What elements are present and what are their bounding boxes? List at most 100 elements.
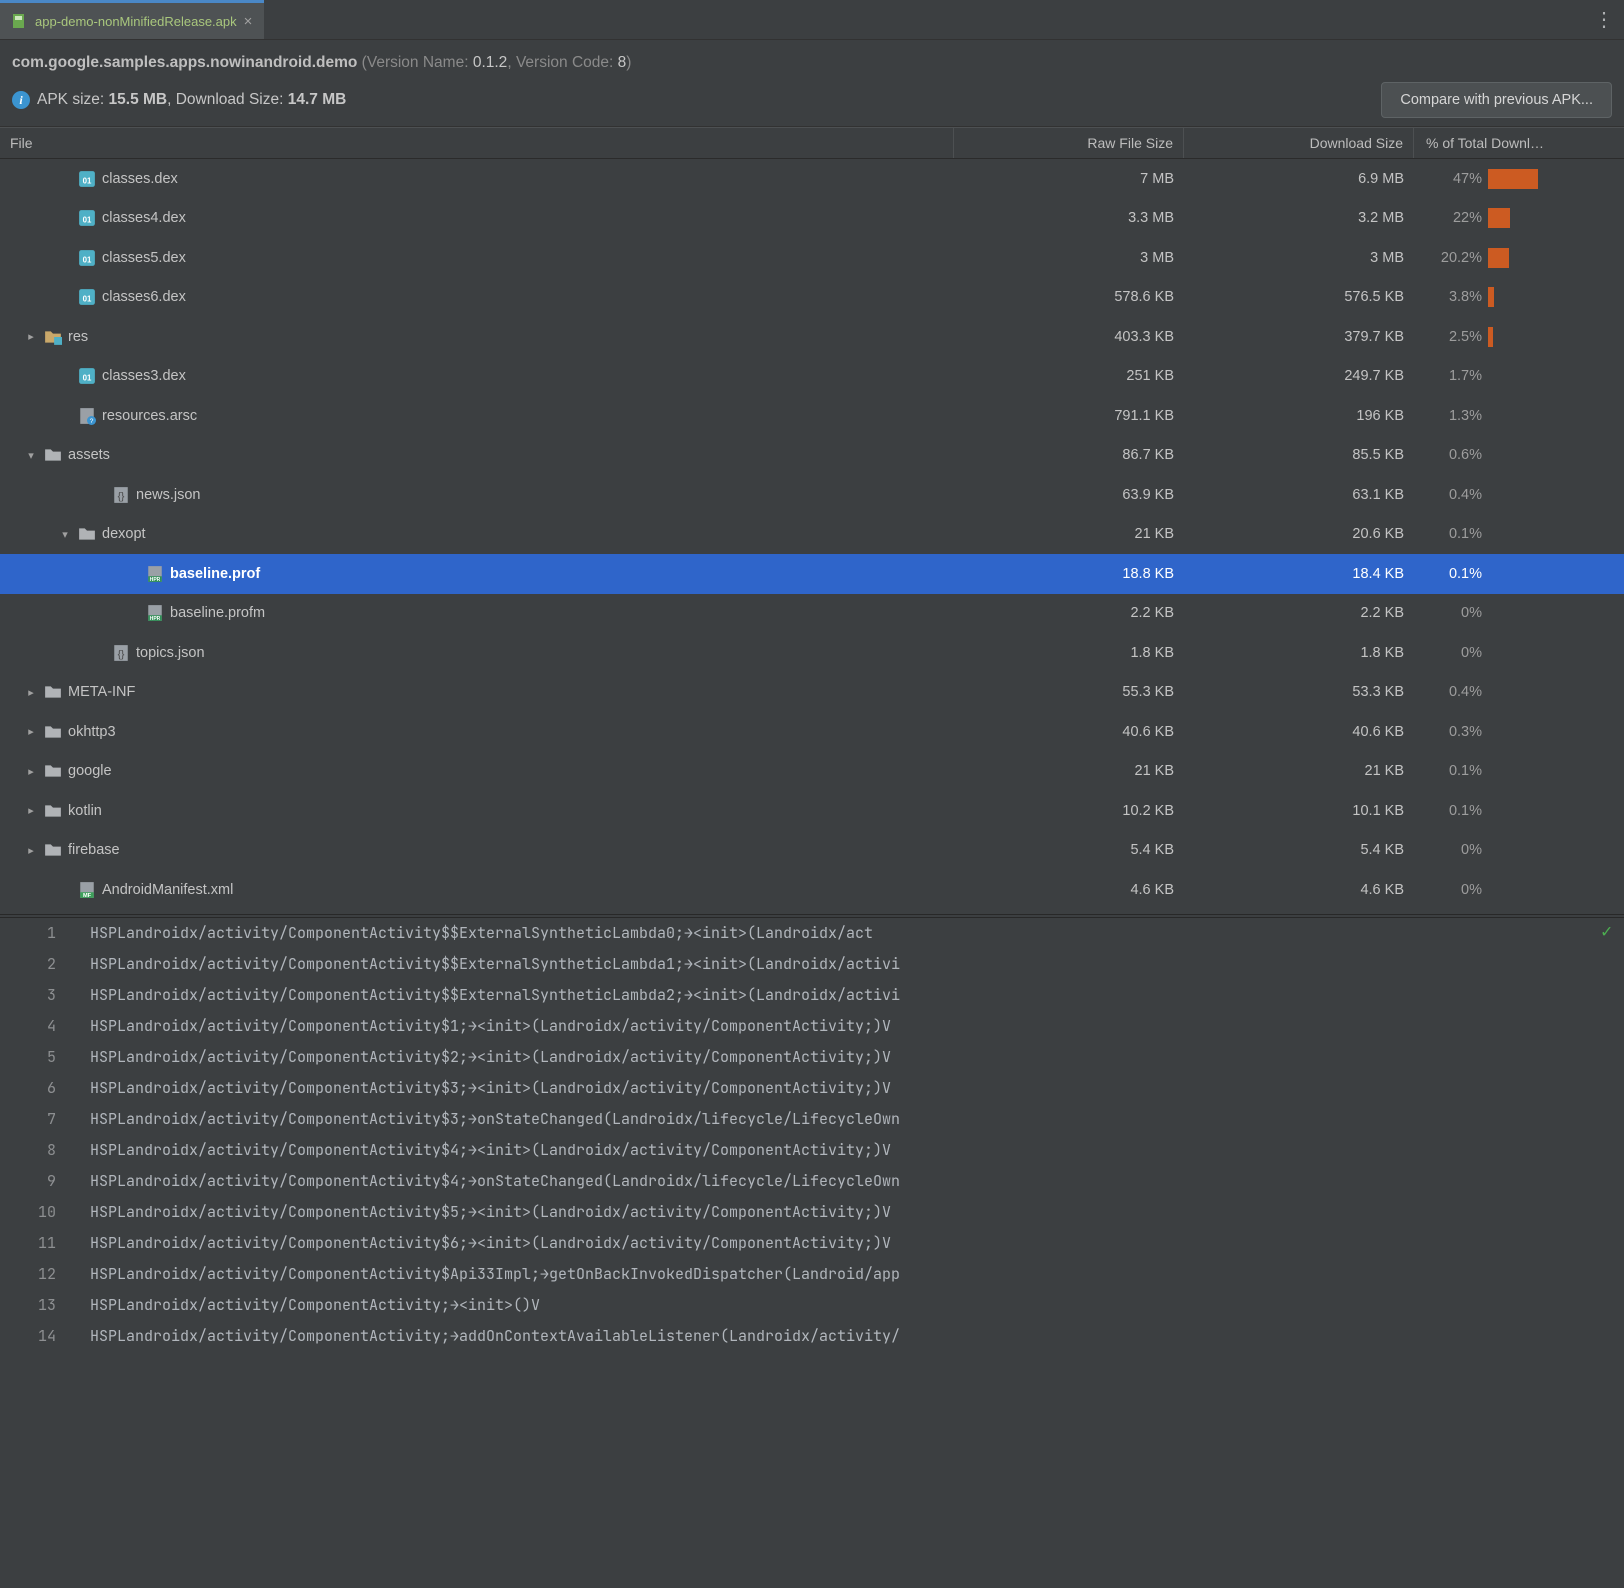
arsc-icon: ? xyxy=(78,407,96,425)
table-row[interactable]: {}news.json63.9 KB63.1 KB0.4% xyxy=(0,475,1624,515)
chevron-down-icon[interactable]: ▾ xyxy=(24,449,38,462)
file-name: assets xyxy=(68,447,110,463)
folder-icon xyxy=(44,723,62,741)
code-content[interactable]: HSPLandroidx/activity/ComponentActivity$… xyxy=(90,918,1624,1478)
file-name: baseline.profm xyxy=(170,605,265,621)
col-download-size[interactable]: Download Size xyxy=(1184,128,1414,158)
table-header: File Raw File Size Download Size % of To… xyxy=(0,127,1624,159)
table-row[interactable]: HPRbaseline.profm2.2 KB2.2 KB0% xyxy=(0,594,1624,634)
chevron-right-icon[interactable]: ▸ xyxy=(24,330,38,343)
chevron-right-icon[interactable]: ▸ xyxy=(24,686,38,699)
table-row[interactable]: ▾dexopt21 KB20.6 KB0.1% xyxy=(0,515,1624,555)
code-line: HSPLandroidx/activity/ComponentActivity$… xyxy=(90,980,1624,1011)
json-icon: {} xyxy=(112,486,130,504)
code-line: HSPLandroidx/activity/ComponentActivity$… xyxy=(90,1259,1624,1290)
chevron-right-icon[interactable]: ▸ xyxy=(24,844,38,857)
raw-size: 63.9 KB xyxy=(954,487,1184,503)
pct-value: 20.2% xyxy=(1426,250,1482,266)
table-row[interactable]: 01classes6.dex578.6 KB576.5 KB3.8% xyxy=(0,278,1624,318)
download-size: 379.7 KB xyxy=(1184,329,1414,345)
download-size: 20.6 KB xyxy=(1184,526,1414,542)
table-row[interactable]: MFAndroidManifest.xml4.6 KB4.6 KB0% xyxy=(0,870,1624,910)
close-icon[interactable]: × xyxy=(244,13,253,30)
table-row[interactable]: ▸firebase5.4 KB5.4 KB0% xyxy=(0,831,1624,871)
tab-title: app-demo-nonMinifiedRelease.apk xyxy=(35,14,237,29)
file-name: AndroidManifest.xml xyxy=(102,882,233,898)
raw-size: 251 KB xyxy=(954,368,1184,384)
resdir-icon xyxy=(44,328,62,346)
svg-text:{}: {} xyxy=(118,491,125,502)
file-viewer[interactable]: 1234567891011121314 HSPLandroidx/activit… xyxy=(0,918,1624,1478)
table-row[interactable]: ▸res403.3 KB379.7 KB2.5% xyxy=(0,317,1624,357)
table-row[interactable]: ▸META-INF55.3 KB53.3 KB0.4% xyxy=(0,673,1624,713)
table-row[interactable]: HPRbaseline.prof18.8 KB18.4 KB0.1% xyxy=(0,554,1624,594)
chevron-right-icon[interactable]: ▸ xyxy=(24,804,38,817)
pct-value: 0.3% xyxy=(1426,724,1482,740)
folder-icon xyxy=(44,446,62,464)
table-row[interactable]: 01classes5.dex3 MB3 MB20.2% xyxy=(0,238,1624,278)
compare-apk-button[interactable]: Compare with previous APK... xyxy=(1381,82,1612,118)
file-tree[interactable]: 01classes.dex7 MB6.9 MB47%01classes4.dex… xyxy=(0,159,1624,914)
pct-bar xyxy=(1488,327,1493,347)
line-number: 10 xyxy=(0,1197,56,1228)
svg-text:MF: MF xyxy=(83,893,92,899)
code-line: HSPLandroidx/activity/ComponentActivity$… xyxy=(90,1042,1624,1073)
table-row[interactable]: 01classes3.dex251 KB249.7 KB1.7% xyxy=(0,357,1624,397)
raw-size: 4.6 KB xyxy=(954,882,1184,898)
download-size-value: 14.7 MB xyxy=(288,91,347,108)
pct-value: 1.3% xyxy=(1426,408,1482,424)
file-name: topics.json xyxy=(136,645,205,661)
chevron-right-icon[interactable]: ▸ xyxy=(24,765,38,778)
pct-value: 0% xyxy=(1426,645,1482,661)
version-name-label: Version Name: xyxy=(367,54,469,71)
chevron-right-icon[interactable]: ▸ xyxy=(24,725,38,738)
file-name: classes.dex xyxy=(102,171,178,187)
raw-size: 21 KB xyxy=(954,526,1184,542)
pct-bar xyxy=(1488,208,1510,228)
pct-value: 0.1% xyxy=(1426,763,1482,779)
raw-size: 21 KB xyxy=(954,763,1184,779)
pct-value: 47% xyxy=(1426,171,1482,187)
raw-size: 40.6 KB xyxy=(954,724,1184,740)
file-name: res xyxy=(68,329,88,345)
code-line: HSPLandroidx/activity/ComponentActivity$… xyxy=(90,1166,1624,1197)
more-menu-icon[interactable]: ⋮ xyxy=(1594,10,1614,30)
download-size-label: Download Size: xyxy=(176,91,284,108)
file-name: kotlin xyxy=(68,803,102,819)
code-line: HSPLandroidx/activity/ComponentActivity$… xyxy=(90,1104,1624,1135)
file-name: okhttp3 xyxy=(68,724,116,740)
download-size: 40.6 KB xyxy=(1184,724,1414,740)
code-line: HSPLandroidx/activity/ComponentActivity$… xyxy=(90,1197,1624,1228)
package-name: com.google.samples.apps.nowinandroid.dem… xyxy=(12,54,357,71)
inspections-ok-icon[interactable]: ✓ xyxy=(1601,920,1612,943)
table-row[interactable]: 01classes.dex7 MB6.9 MB47% xyxy=(0,159,1624,199)
pct-value: 2.5% xyxy=(1426,329,1482,345)
hpr-icon: HPR xyxy=(146,565,164,583)
table-row[interactable]: ▸kotlin10.2 KB10.1 KB0.1% xyxy=(0,791,1624,831)
table-row[interactable]: ▸google21 KB21 KB0.1% xyxy=(0,752,1624,792)
svg-text:01: 01 xyxy=(83,255,92,264)
table-row[interactable]: ▸ okhttp3 40.6 KB40.6 KB 0.3% xyxy=(0,712,1624,752)
code-line: HSPLandroidx/activity/ComponentActivity$… xyxy=(90,918,1624,949)
pct-value: 0.4% xyxy=(1426,684,1482,700)
folder-icon xyxy=(44,802,62,820)
col-pct-download[interactable]: % of Total Downl… xyxy=(1414,128,1624,158)
col-raw-size[interactable]: Raw File Size xyxy=(954,128,1184,158)
download-size: 5.4 KB xyxy=(1184,842,1414,858)
table-row[interactable]: ▾assets86.7 KB85.5 KB0.6% xyxy=(0,436,1624,476)
raw-size: 7 MB xyxy=(954,171,1184,187)
table-row[interactable]: ?resources.arsc791.1 KB196 KB1.3% xyxy=(0,396,1624,436)
col-file[interactable]: File xyxy=(0,128,954,158)
pct-value: 1.7% xyxy=(1426,368,1482,384)
table-row[interactable]: {}topics.json1.8 KB1.8 KB0% xyxy=(0,633,1624,673)
chevron-down-icon[interactable]: ▾ xyxy=(58,528,72,541)
dex-icon: 01 xyxy=(78,367,96,385)
line-number: 3 xyxy=(0,980,56,1011)
svg-text:01: 01 xyxy=(83,216,92,225)
download-size: 18.4 KB xyxy=(1184,566,1414,582)
tab-apk[interactable]: app-demo-nonMinifiedRelease.apk × xyxy=(0,0,264,39)
file-name: resources.arsc xyxy=(102,408,197,424)
mf-icon: MF xyxy=(78,881,96,899)
table-row[interactable]: 01classes4.dex3.3 MB3.2 MB22% xyxy=(0,199,1624,239)
line-number: 1 xyxy=(0,918,56,949)
